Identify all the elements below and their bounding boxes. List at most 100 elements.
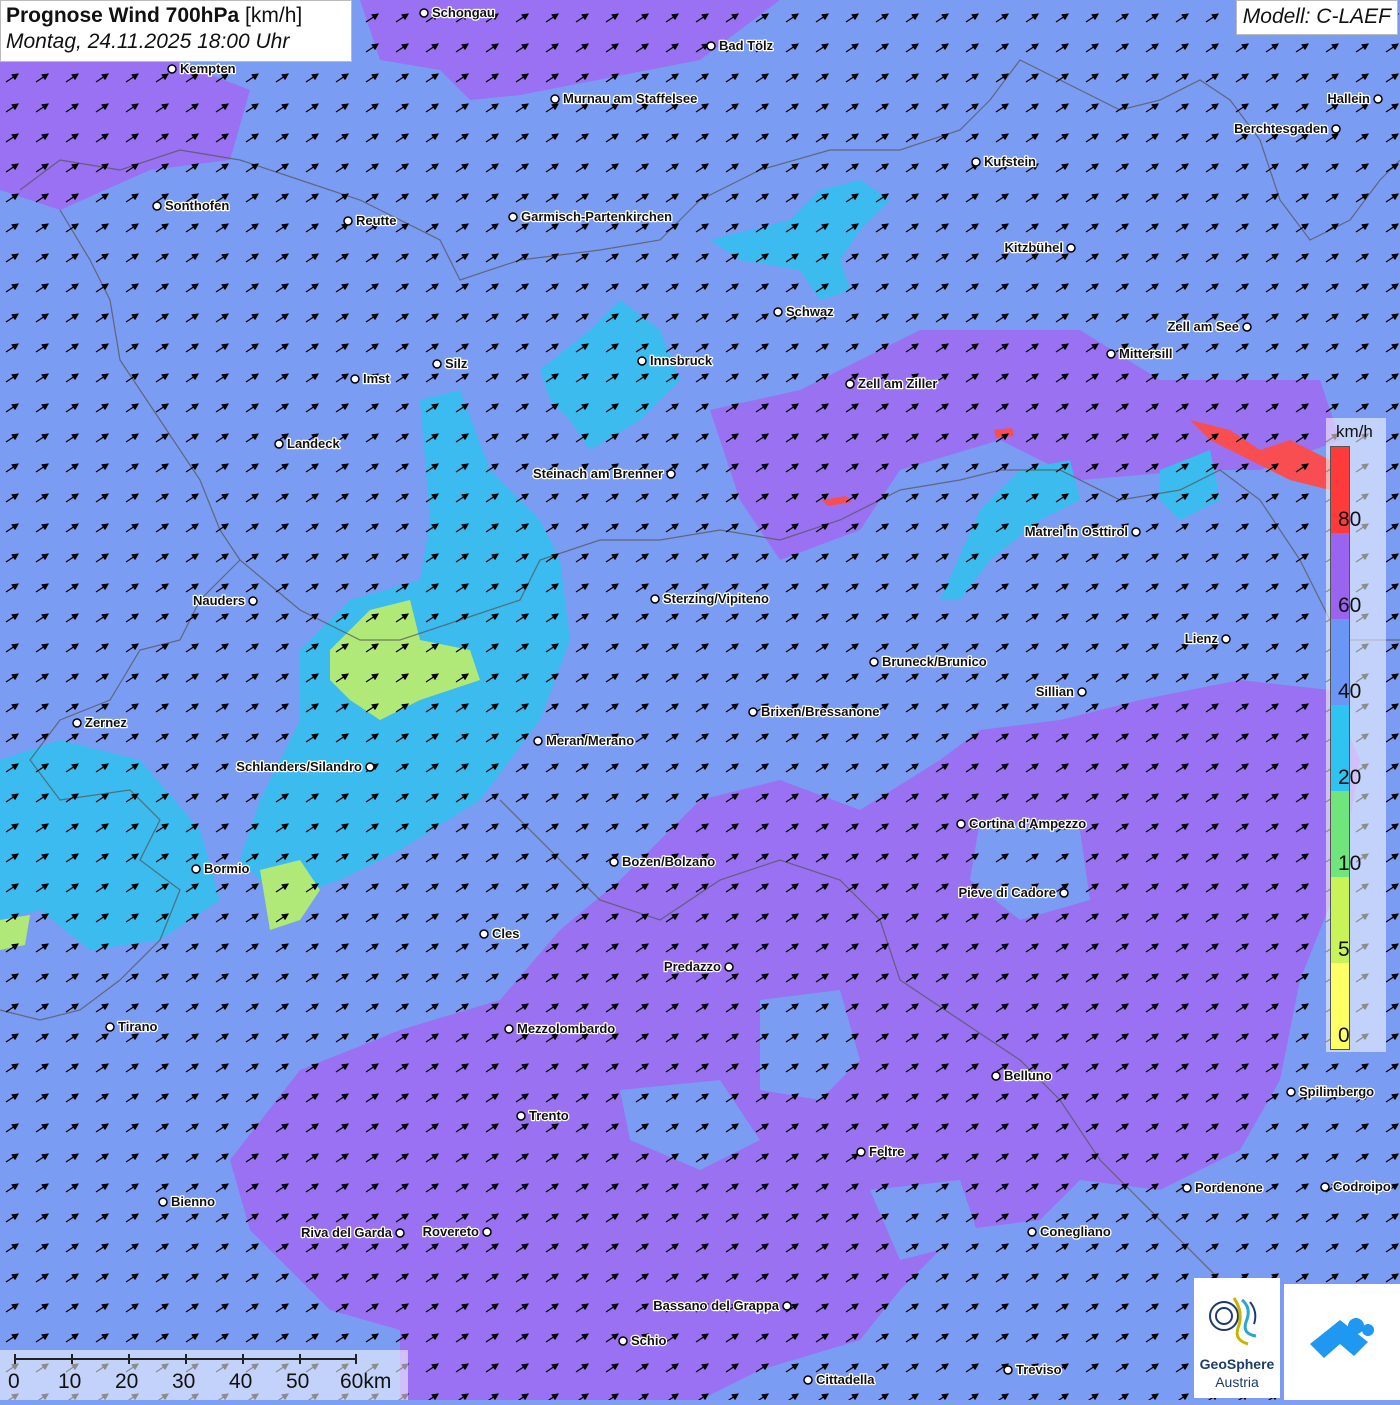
city-label: Kufstein <box>984 154 1036 169</box>
city-label: Spilimbergo <box>1299 1084 1374 1099</box>
city-label: Treviso <box>1016 1362 1062 1377</box>
title-bold: Prognose Wind 700hPa <box>6 4 240 27</box>
city-dot <box>508 212 518 222</box>
city-marker[interactable]: Sterzing/Vipiteno <box>650 590 770 607</box>
legend-label-10: 10 <box>1338 852 1362 875</box>
city-label: Feltre <box>869 1144 904 1159</box>
city-marker[interactable]: Bozen/Bolzano <box>609 853 716 870</box>
legend-label-80: 80 <box>1338 508 1362 531</box>
legend-label-5: 5 <box>1338 938 1350 961</box>
city-label: Tirano <box>118 1019 158 1034</box>
city-marker[interactable]: Conegliano <box>1027 1223 1112 1240</box>
city-dot <box>72 718 82 728</box>
city-dot <box>856 1147 866 1157</box>
city-dot <box>274 439 284 449</box>
color-legend: km/h 80 60 40 20 10 5 0 <box>1326 418 1386 1052</box>
city-dot <box>971 157 981 167</box>
city-marker[interactable]: Steinach am Brenner <box>532 465 676 482</box>
city-dot <box>105 1022 115 1032</box>
city-dot <box>1242 322 1252 332</box>
city-dot <box>152 201 162 211</box>
scale-label-10: 10 <box>58 1370 82 1393</box>
geosphere-country: Austria <box>1215 1374 1259 1390</box>
city-dot <box>191 864 201 874</box>
city-marker[interactable]: Bassano del Grappa <box>652 1297 792 1314</box>
city-marker[interactable]: Riva del Garda <box>300 1224 405 1241</box>
city-dot <box>782 1301 792 1311</box>
city-dot <box>1373 94 1383 104</box>
city-dot <box>432 359 442 369</box>
city-label: Trento <box>529 1108 569 1123</box>
city-dot <box>550 94 560 104</box>
city-label: Lienz <box>1185 631 1219 646</box>
legend-label-60: 60 <box>1338 594 1362 617</box>
scale-tick <box>299 1354 301 1364</box>
city-marker[interactable]: Cortina d'Ampezzo <box>956 815 1088 832</box>
map-title: Prognose Wind 700hPa [km/h] <box>6 4 346 28</box>
city-label: Predazzo <box>664 959 721 974</box>
map-title-box: Prognose Wind 700hPa [km/h] Montag, 24.1… <box>0 0 352 62</box>
city-dot <box>1106 349 1116 359</box>
city-label: Mezzolombardo <box>517 1021 615 1036</box>
city-dot <box>1003 1365 1013 1375</box>
city-marker[interactable]: Mezzolombardo <box>504 1020 617 1037</box>
city-dot <box>1077 687 1087 697</box>
city-label: Sonthofen <box>165 198 229 213</box>
city-marker[interactable]: Bruneck/Brunico <box>869 653 988 670</box>
weather-app-logo[interactable] <box>1284 1284 1400 1400</box>
city-dot <box>533 736 543 746</box>
city-label: Zell am See <box>1167 319 1239 334</box>
city-dot <box>773 307 783 317</box>
city-marker[interactable]: Brixen/Bressanone <box>748 703 881 720</box>
scale-label-50: 50 <box>286 1370 310 1393</box>
city-marker[interactable]: Schlanders/Silandro <box>235 758 375 775</box>
city-dot <box>1131 527 1141 537</box>
city-dot <box>395 1228 405 1238</box>
city-dot <box>666 469 676 479</box>
city-dot <box>706 41 716 51</box>
city-dot <box>158 1197 168 1207</box>
city-marker[interactable]: Pieve di Cadore <box>957 884 1069 901</box>
city-label: Bassano del Grappa <box>653 1298 779 1313</box>
city-label: Bozen/Bolzano <box>622 854 715 869</box>
city-marker[interactable]: Sonthofen <box>152 197 231 214</box>
city-label: Berchtesgaden <box>1234 121 1328 136</box>
city-dot <box>1286 1087 1296 1097</box>
city-label: Codroipo <box>1333 1179 1391 1194</box>
scale-label-40: 40 <box>229 1370 253 1393</box>
city-marker[interactable]: Pordenone <box>1182 1179 1264 1196</box>
city-dot <box>504 1024 514 1034</box>
city-marker[interactable]: Murnau am Staffelsee <box>550 90 699 107</box>
city-label: Conegliano <box>1040 1224 1111 1239</box>
city-label: Silz <box>445 356 468 371</box>
city-label: Pieve di Cadore <box>958 885 1056 900</box>
city-marker[interactable]: Meran/Merano <box>533 732 635 749</box>
city-marker[interactable]: Zell am See <box>1166 318 1252 335</box>
city-dot <box>167 64 177 74</box>
city-label: Zell am Ziller <box>858 376 937 391</box>
city-dot <box>1320 1182 1330 1192</box>
city-marker[interactable]: Berchtesgaden <box>1233 120 1341 137</box>
geosphere-logo[interactable]: GeoSphere Austria <box>1194 1278 1280 1398</box>
city-label: Reutte <box>356 213 396 228</box>
city-label: Imst <box>363 371 390 386</box>
city-label: Sterzing/Vipiteno <box>663 591 769 606</box>
city-marker[interactable]: Garmisch-Partenkirchen <box>508 208 673 225</box>
city-marker[interactable]: Matrei in Osttirol <box>1023 523 1141 540</box>
city-dot <box>516 1111 526 1121</box>
city-label: Meran/Merano <box>546 733 634 748</box>
wind-map[interactable]: Schongau Bad Tölz Kempten Murnau am Staffel… <box>0 0 1400 1400</box>
city-marker[interactable]: Schongau <box>419 4 496 21</box>
city-label: Mittersill <box>1119 346 1172 361</box>
city-dot <box>956 819 966 829</box>
city-label: Kempten <box>180 61 236 76</box>
city-marker[interactable]: Spilimbergo <box>1286 1083 1375 1100</box>
city-label: Riva del Garda <box>301 1225 393 1240</box>
scale-label-60km: 60km <box>340 1370 392 1393</box>
city-label: Bormio <box>204 861 250 876</box>
city-marker[interactable]: Zell am Ziller <box>845 375 939 392</box>
scale-tick <box>71 1354 73 1364</box>
city-marker[interactable]: Innsbruck <box>637 352 714 369</box>
geosphere-name: GeoSphere <box>1199 1356 1275 1372</box>
city-label: Matrei in Osttirol <box>1025 524 1128 539</box>
